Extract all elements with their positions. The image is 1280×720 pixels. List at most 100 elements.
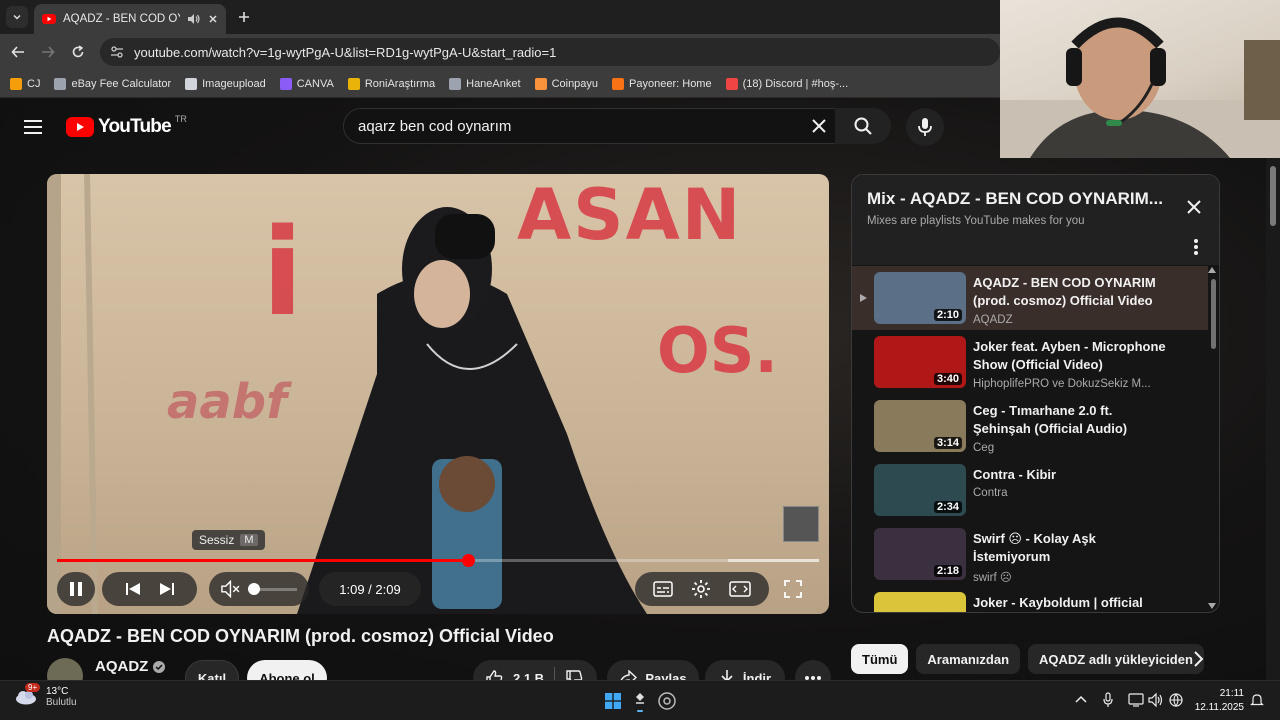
playlist-thumbnail[interactable]: 3:40 xyxy=(874,336,966,388)
new-tab-button[interactable] xyxy=(233,6,255,28)
chip-all[interactable]: Tümü xyxy=(851,644,909,674)
theater-mode-icon[interactable] xyxy=(729,581,751,597)
playlist-title[interactable]: Mix - AQADZ - BEN COD OYNARIM... xyxy=(867,189,1163,209)
close-tab-icon[interactable] xyxy=(208,14,218,24)
playlist-item[interactable]: 2:18 Swirf ☹ - Kolay Aşk İstemiyorum swirf… xyxy=(852,522,1208,586)
reload-button[interactable] xyxy=(68,42,88,62)
language-icon[interactable] xyxy=(1168,693,1184,707)
playlist-item-title[interactable]: Contra - Kibir xyxy=(973,466,1173,484)
playlist-item-title[interactable]: Joker feat. Ayben - Microphone Show (Off… xyxy=(973,338,1173,374)
notification-bell-icon[interactable] xyxy=(1250,693,1264,707)
bookmark-item[interactable]: Payoneer: Home xyxy=(612,77,712,90)
channel-name: AQADZ xyxy=(95,658,149,675)
bookmark-favicon-icon xyxy=(449,77,462,90)
subtitles-icon[interactable] xyxy=(653,581,673,597)
chips-next-icon[interactable] xyxy=(1192,650,1204,668)
bookmark-item[interactable]: eBay Fee Calculator xyxy=(54,77,171,90)
playlist-item[interactable]: 3:40 Joker feat. Ayben - Microphone Show … xyxy=(852,330,1208,394)
tab-search-dropdown[interactable] xyxy=(6,6,28,28)
playlist-thumbnail[interactable]: 3:14 xyxy=(874,400,966,452)
bookmark-favicon-icon xyxy=(54,77,67,90)
bookmark-item[interactable]: Coinpayu xyxy=(534,77,598,90)
logo-wordmark: YouTube xyxy=(98,116,172,137)
playlist-item-title[interactable]: AQADZ - BEN COD OYNARIM (prod. cosmoz) O… xyxy=(973,274,1173,310)
channel-watermark[interactable] xyxy=(783,506,819,542)
playlist-thumbnail[interactable]: 2:34 xyxy=(874,464,966,516)
more-vertical-icon[interactable] xyxy=(1194,239,1198,255)
tab-audio-icon[interactable] xyxy=(187,13,201,25)
search-input[interactable]: aqarz ben cod oynarım xyxy=(343,108,841,144)
volume-handle[interactable] xyxy=(247,582,260,595)
close-playlist-icon[interactable] xyxy=(1186,199,1202,215)
next-icon[interactable] xyxy=(159,581,175,597)
bookmark-item[interactable]: RoniAraştırma xyxy=(347,77,436,90)
playlist-item-channel: HiphoplifePRO ve DokuzSekiz M... xyxy=(973,378,1151,390)
progress-bar[interactable] xyxy=(57,554,819,567)
playlist-item-title[interactable]: Swirf ☹ - Kolay Aşk İstemiyorum xyxy=(973,530,1173,566)
volume-muted-icon[interactable] xyxy=(221,580,240,598)
scroll-up-icon[interactable] xyxy=(1208,267,1216,273)
chrome-taskbar-icon[interactable] xyxy=(658,692,676,710)
weather-widget[interactable]: 9+ 13°C Bulutlu xyxy=(14,683,77,708)
tab-youtube[interactable]: AQADZ - BEN COD OYNARIM xyxy=(34,4,226,34)
forward-button[interactable] xyxy=(38,42,58,62)
page-scrollbar[interactable] xyxy=(1266,158,1280,680)
channel-name-link[interactable]: AQADZ xyxy=(95,658,166,675)
network-icon[interactable] xyxy=(1128,693,1144,707)
playlist-thumbnail[interactable]: 2:10 xyxy=(874,272,966,324)
bookmark-favicon-icon xyxy=(347,77,360,90)
playlist-thumbnail[interactable] xyxy=(874,592,966,612)
chip-from-search[interactable]: Aramanızdan xyxy=(916,644,1021,674)
clear-search-icon[interactable] xyxy=(810,117,828,135)
time-display: 1:09 / 2:09 xyxy=(319,572,421,606)
webcam-person-image xyxy=(1000,17,1280,158)
related-filter-chips: Tümü Aramanızdan AQADZ adlı yükleyiciden xyxy=(851,644,1204,674)
playlist-item-channel: swirf ☹ xyxy=(973,572,1012,584)
menu-button[interactable] xyxy=(24,120,42,134)
video-player[interactable]: i ASAN OS. aabf Sessiz M 1:09 / 2:09 xyxy=(47,174,829,614)
search-button[interactable] xyxy=(835,108,891,144)
playlist-thumbnail[interactable]: 2:18 xyxy=(874,528,966,580)
playlist-item-title[interactable]: Ceg - Tımarhane 2.0 ft. Şehinşah (Offici… xyxy=(973,402,1173,438)
bookmark-item[interactable]: CJ xyxy=(10,77,40,90)
back-button[interactable] xyxy=(8,42,28,62)
volume-control[interactable] xyxy=(209,572,309,606)
bookmark-label: HaneAnket xyxy=(466,77,521,90)
url-text: youtube.com/watch?v=1g-wytPgA-U&list=RD1… xyxy=(134,44,557,60)
address-bar[interactable]: youtube.com/watch?v=1g-wytPgA-U&list=RD1… xyxy=(100,38,1000,66)
weather-alert-badge: 9+ xyxy=(25,683,41,692)
youtube-logo[interactable]: YouTube TR xyxy=(66,114,187,138)
system-clock[interactable]: 21:11 12.11.2025 xyxy=(1195,687,1244,715)
youtube-page: YouTube TR aqarz ben cod oynarım i ASAN … xyxy=(0,98,1280,696)
bookmark-item[interactable]: CANVA xyxy=(279,77,334,90)
pause-button[interactable] xyxy=(57,572,95,606)
previous-icon[interactable] xyxy=(125,581,141,597)
chevron-up-icon[interactable] xyxy=(1075,695,1087,703)
chip-from-uploader[interactable]: AQADZ adlı yükleyiciden xyxy=(1028,644,1204,674)
playlist-item-title[interactable]: Joker - Kayboldum | official video xyxy=(973,594,1173,612)
duration-badge: 2:18 xyxy=(933,565,962,577)
site-settings-icon[interactable] xyxy=(110,45,124,59)
playlist-item[interactable]: 3:14 Ceg - Tımarhane 2.0 ft. Şehinşah (Of… xyxy=(852,394,1208,458)
windows-start-icon[interactable] xyxy=(605,693,621,709)
volume-slider[interactable] xyxy=(247,582,297,595)
fullscreen-button[interactable] xyxy=(773,572,813,606)
bookmark-label: RoniAraştırma xyxy=(364,77,436,90)
playlist-item[interactable]: 2:10 AQADZ - BEN COD OYNARIM (prod. cosmo… xyxy=(852,266,1208,330)
pause-icon xyxy=(70,582,82,596)
scroll-down-icon[interactable] xyxy=(1208,603,1216,609)
app-icon xyxy=(636,693,644,712)
speaker-icon[interactable] xyxy=(1148,693,1164,707)
bookmark-item[interactable]: HaneAnket xyxy=(449,77,521,90)
taskbar-app-active[interactable] xyxy=(630,689,650,713)
settings-gear-icon[interactable] xyxy=(691,579,711,599)
playlist-scrollbar[interactable] xyxy=(1211,279,1216,349)
playlist-item[interactable]: 2:34 Contra - Kibir Contra xyxy=(852,458,1208,522)
voice-search-button[interactable] xyxy=(906,108,944,146)
page-scroll-thumb[interactable] xyxy=(1270,166,1276,226)
bookmark-item[interactable]: Imageupload xyxy=(185,77,266,90)
bookmark-item[interactable]: (18) Discord | #hoş-... xyxy=(725,77,848,90)
microphone-tray-icon[interactable] xyxy=(1103,692,1113,708)
playlist-item[interactable]: Joker - Kayboldum | official video xyxy=(852,586,1208,612)
verified-check-icon xyxy=(153,660,166,673)
